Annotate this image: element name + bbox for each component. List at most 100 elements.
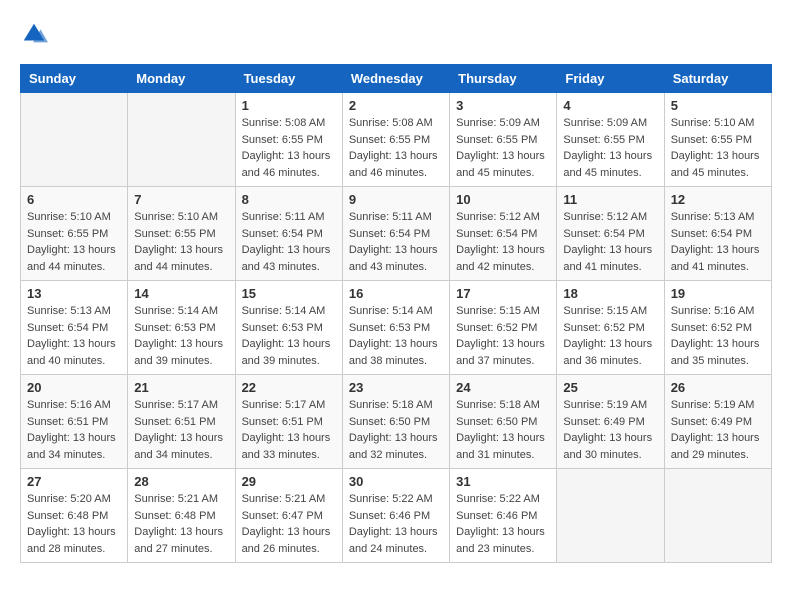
calendar-table: SundayMondayTuesdayWednesdayThursdayFrid… [20,64,772,563]
calendar-cell: 29 Sunrise: 5:21 AMSunset: 6:47 PMDayligh… [235,469,342,563]
calendar-cell: 5 Sunrise: 5:10 AMSunset: 6:55 PMDaylight… [664,93,771,187]
day-number: 13 [27,286,121,301]
day-info: Sunrise: 5:09 AMSunset: 6:55 PMDaylight:… [563,115,657,181]
day-info: Sunrise: 5:09 AMSunset: 6:55 PMDaylight:… [456,115,550,181]
day-info: Sunrise: 5:17 AMSunset: 6:51 PMDaylight:… [242,397,336,463]
day-info: Sunrise: 5:19 AMSunset: 6:49 PMDaylight:… [563,397,657,463]
day-number: 12 [671,192,765,207]
calendar-cell: 13 Sunrise: 5:13 AMSunset: 6:54 PMDayligh… [21,281,128,375]
day-number: 16 [349,286,443,301]
calendar-cell [21,93,128,187]
calendar-week-row: 13 Sunrise: 5:13 AMSunset: 6:54 PMDayligh… [21,281,772,375]
calendar-cell: 12Sunrise: 5:13 AMSunset: 6:54 PMDayligh… [664,187,771,281]
day-number: 4 [563,98,657,113]
day-number: 27 [27,474,121,489]
calendar-cell [557,469,664,563]
calendar-cell: 2 Sunrise: 5:08 AMSunset: 6:55 PMDaylight… [342,93,449,187]
day-number: 18 [563,286,657,301]
day-number: 9 [349,192,443,207]
day-number: 15 [242,286,336,301]
logo [20,20,52,48]
day-number: 29 [242,474,336,489]
day-info: Sunrise: 5:15 AMSunset: 6:52 PMDaylight:… [563,303,657,369]
day-number: 31 [456,474,550,489]
day-info: Sunrise: 5:13 AMSunset: 6:54 PMDaylight:… [27,303,121,369]
day-number: 17 [456,286,550,301]
day-info: Sunrise: 5:19 AMSunset: 6:49 PMDaylight:… [671,397,765,463]
calendar-cell: 1 Sunrise: 5:08 AMSunset: 6:55 PMDaylight… [235,93,342,187]
calendar-cell: 14 Sunrise: 5:14 AMSunset: 6:53 PMDayligh… [128,281,235,375]
day-info: Sunrise: 5:20 AMSunset: 6:48 PMDaylight:… [27,491,121,557]
calendar-cell: 4 Sunrise: 5:09 AMSunset: 6:55 PMDaylight… [557,93,664,187]
calendar-cell: 10 Sunrise: 5:12 AMSunset: 6:54 PMDayligh… [450,187,557,281]
calendar-cell: 6 Sunrise: 5:10 AMSunset: 6:55 PMDaylight… [21,187,128,281]
calendar-cell [664,469,771,563]
day-number: 22 [242,380,336,395]
day-info: Sunrise: 5:21 AMSunset: 6:47 PMDaylight:… [242,491,336,557]
day-info: Sunrise: 5:11 AMSunset: 6:54 PMDaylight:… [349,209,443,275]
day-info: Sunrise: 5:18 AMSunset: 6:50 PMDaylight:… [349,397,443,463]
day-info: Sunrise: 5:08 AMSunset: 6:55 PMDaylight:… [242,115,336,181]
weekday-header-tuesday: Tuesday [235,65,342,93]
day-info: Sunrise: 5:10 AMSunset: 6:55 PMDaylight:… [134,209,228,275]
calendar-cell: 18 Sunrise: 5:15 AMSunset: 6:52 PMDayligh… [557,281,664,375]
day-info: Sunrise: 5:16 AMSunset: 6:52 PMDaylight:… [671,303,765,369]
weekday-header-sunday: Sunday [21,65,128,93]
weekday-header-row: SundayMondayTuesdayWednesdayThursdayFrid… [21,65,772,93]
calendar-cell: 27 Sunrise: 5:20 AMSunset: 6:48 PMDayligh… [21,469,128,563]
weekday-header-monday: Monday [128,65,235,93]
calendar-cell: 11Sunrise: 5:12 AMSunset: 6:54 PMDayligh… [557,187,664,281]
day-info: Sunrise: 5:18 AMSunset: 6:50 PMDaylight:… [456,397,550,463]
day-number: 5 [671,98,765,113]
calendar-cell: 8Sunrise: 5:11 AMSunset: 6:54 PMDaylight… [235,187,342,281]
day-info: Sunrise: 5:22 AMSunset: 6:46 PMDaylight:… [456,491,550,557]
calendar-week-row: 20 Sunrise: 5:16 AMSunset: 6:51 PMDayligh… [21,375,772,469]
day-number: 2 [349,98,443,113]
day-number: 8 [242,192,336,207]
calendar-body: 1 Sunrise: 5:08 AMSunset: 6:55 PMDaylight… [21,93,772,563]
calendar-cell: 30Sunrise: 5:22 AMSunset: 6:46 PMDayligh… [342,469,449,563]
calendar-cell: 23 Sunrise: 5:18 AMSunset: 6:50 PMDayligh… [342,375,449,469]
calendar-cell: 25 Sunrise: 5:19 AMSunset: 6:49 PMDayligh… [557,375,664,469]
calendar-cell: 15 Sunrise: 5:14 AMSunset: 6:53 PMDayligh… [235,281,342,375]
day-info: Sunrise: 5:14 AMSunset: 6:53 PMDaylight:… [134,303,228,369]
calendar-cell: 3 Sunrise: 5:09 AMSunset: 6:55 PMDaylight… [450,93,557,187]
day-info: Sunrise: 5:15 AMSunset: 6:52 PMDaylight:… [456,303,550,369]
calendar-cell: 17 Sunrise: 5:15 AMSunset: 6:52 PMDayligh… [450,281,557,375]
day-info: Sunrise: 5:10 AMSunset: 6:55 PMDaylight:… [671,115,765,181]
weekday-header-wednesday: Wednesday [342,65,449,93]
calendar-week-row: 27 Sunrise: 5:20 AMSunset: 6:48 PMDayligh… [21,469,772,563]
day-number: 7 [134,192,228,207]
day-info: Sunrise: 5:12 AMSunset: 6:54 PMDaylight:… [456,209,550,275]
day-number: 28 [134,474,228,489]
calendar-week-row: 1 Sunrise: 5:08 AMSunset: 6:55 PMDaylight… [21,93,772,187]
day-info: Sunrise: 5:16 AMSunset: 6:51 PMDaylight:… [27,397,121,463]
calendar-cell: 26 Sunrise: 5:19 AMSunset: 6:49 PMDayligh… [664,375,771,469]
day-number: 20 [27,380,121,395]
day-info: Sunrise: 5:08 AMSunset: 6:55 PMDaylight:… [349,115,443,181]
calendar-cell: 31 Sunrise: 5:22 AMSunset: 6:46 PMDayligh… [450,469,557,563]
calendar-cell [128,93,235,187]
day-number: 19 [671,286,765,301]
calendar-cell: 24 Sunrise: 5:18 AMSunset: 6:50 PMDayligh… [450,375,557,469]
day-number: 25 [563,380,657,395]
weekday-header-saturday: Saturday [664,65,771,93]
day-number: 3 [456,98,550,113]
day-info: Sunrise: 5:14 AMSunset: 6:53 PMDaylight:… [242,303,336,369]
day-number: 23 [349,380,443,395]
day-number: 24 [456,380,550,395]
page-header [20,20,772,48]
day-info: Sunrise: 5:22 AMSunset: 6:46 PMDaylight:… [349,491,443,557]
day-number: 14 [134,286,228,301]
day-number: 21 [134,380,228,395]
day-info: Sunrise: 5:21 AMSunset: 6:48 PMDaylight:… [134,491,228,557]
day-number: 26 [671,380,765,395]
weekday-header-thursday: Thursday [450,65,557,93]
calendar-cell: 7 Sunrise: 5:10 AMSunset: 6:55 PMDaylight… [128,187,235,281]
day-info: Sunrise: 5:17 AMSunset: 6:51 PMDaylight:… [134,397,228,463]
day-info: Sunrise: 5:10 AMSunset: 6:55 PMDaylight:… [27,209,121,275]
day-number: 1 [242,98,336,113]
calendar-header: SundayMondayTuesdayWednesdayThursdayFrid… [21,65,772,93]
day-number: 10 [456,192,550,207]
day-number: 6 [27,192,121,207]
